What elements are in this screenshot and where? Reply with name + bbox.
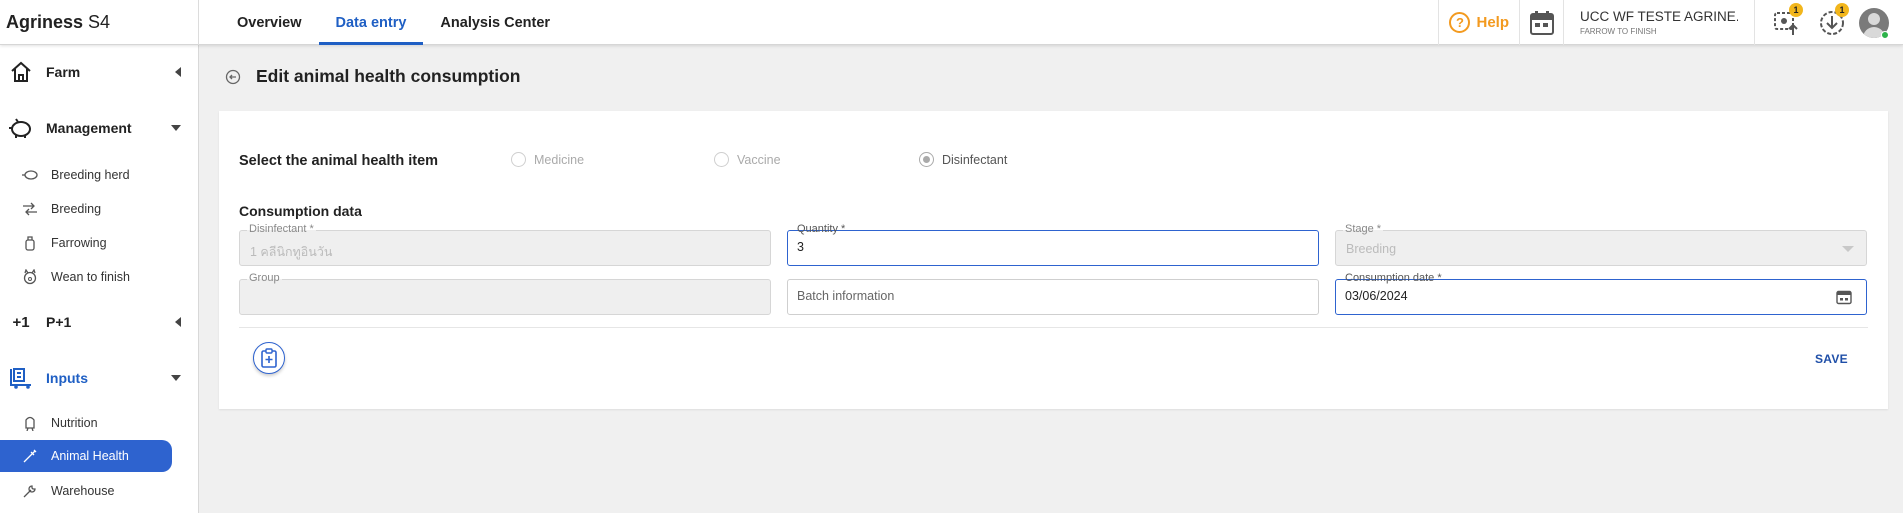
page-title: Edit animal health consumption [256, 66, 521, 86]
quantity-input[interactable] [797, 240, 1307, 254]
calendar-icon[interactable] [1836, 289, 1852, 310]
sidebar-label: P+1 [46, 314, 72, 330]
sidebar-section-management[interactable]: Management [0, 111, 199, 145]
piglet-icon [20, 269, 40, 285]
disinfectant-field: Disinfectant * 1 คลีนิกทูอินวัน [239, 223, 771, 266]
help-button[interactable]: ? Help [1438, 0, 1519, 45]
field-label: Consumption date * [1343, 272, 1444, 285]
back-icon[interactable] [224, 68, 242, 86]
sidebar-label: Management [46, 120, 132, 136]
sidebar-section-farm[interactable]: Farm [0, 55, 199, 89]
batch-information-field[interactable] [787, 279, 1319, 315]
syringe-icon [20, 449, 40, 463]
form-divider [239, 327, 1868, 328]
chevron-left-icon [175, 67, 181, 77]
plus-one-icon: +1 [12, 313, 30, 331]
header-actions: ? Help UCC WF TESTE AGRINE... FARROW TO … [1438, 0, 1903, 45]
upload-badge: 1 [1789, 3, 1803, 17]
breeding-icon [20, 202, 40, 216]
sidebar: Farm Management Breeding herd Breeding F… [0, 45, 199, 513]
sidebar-item-warehouse[interactable]: Warehouse [0, 475, 172, 507]
sidebar-section-p1[interactable]: +1 P+1 [0, 305, 199, 339]
sidebar-item-wean-to-finish[interactable]: Wean to finish [0, 261, 172, 293]
add-consumption-button[interactable] [253, 342, 285, 374]
chevron-down-icon [171, 375, 181, 381]
quantity-field[interactable]: Quantity * [787, 223, 1319, 266]
batch-information-input[interactable] [797, 289, 1307, 303]
brand-logo[interactable]: Agriness S4 [0, 0, 199, 45]
tab-overview[interactable]: Overview [220, 0, 319, 45]
sidebar-item-farrowing[interactable]: Farrowing [0, 227, 172, 259]
sidebar-label: Farm [46, 64, 81, 80]
radio-vaccine[interactable]: Vaccine [714, 152, 781, 167]
sidebar-item-label: Nutrition [51, 416, 98, 430]
sidebar-item-nutrition[interactable]: Nutrition [0, 407, 172, 439]
radio-circle [714, 152, 729, 167]
sidebar-section-inputs[interactable]: Inputs [0, 361, 199, 395]
tab-data-entry[interactable]: Data entry [318, 0, 424, 45]
field-label: Stage * [1343, 223, 1384, 236]
silo-icon [20, 415, 40, 431]
upload-button[interactable]: 1 [1763, 0, 1809, 45]
field-value: Breeding [1346, 242, 1397, 256]
brand-suffix: S4 [88, 12, 111, 32]
tab-analysis-center[interactable]: Analysis Center [423, 0, 567, 45]
group-field: Group [239, 272, 771, 315]
sidebar-item-label: Warehouse [51, 484, 115, 498]
sidebar-item-breeding[interactable]: Breeding [0, 193, 172, 225]
sidebar-label: Inputs [46, 370, 88, 386]
user-menu[interactable] [1855, 7, 1903, 39]
top-bar: Agriness S4 Overview Data entry Analysis… [0, 0, 1903, 45]
download-badge: 1 [1835, 3, 1849, 17]
radio-label: Vaccine [737, 152, 781, 167]
sidebar-item-label: Animal Health [51, 449, 129, 463]
brand-name: Agriness [6, 12, 84, 32]
save-button[interactable]: SAVE [1815, 352, 1848, 366]
help-label: Help [1476, 14, 1509, 31]
chevron-down-icon [171, 125, 181, 131]
house-icon [4, 60, 38, 84]
farm-selector[interactable]: UCC WF TESTE AGRINE... FARROW TO FINISH [1563, 0, 1755, 45]
stage-select: Stage * Breeding [1335, 223, 1867, 266]
consumption-data-title: Consumption data [239, 203, 362, 219]
radio-label: Disinfectant [942, 152, 1008, 167]
chevron-left-icon [175, 317, 181, 327]
select-item-label: Select the animal health item [239, 153, 439, 169]
calendar-icon [1529, 10, 1554, 35]
page-header: Edit animal health consumption [224, 66, 520, 87]
radio-label: Medicine [534, 152, 585, 167]
farm-type: FARROW TO FINISH [1580, 27, 1657, 36]
help-icon: ? [1449, 12, 1471, 33]
consumption-form-card: Select the animal health item Medicine V… [219, 111, 1888, 409]
sidebar-item-label: Farrowing [51, 236, 107, 250]
nav-tabs: Overview Data entry Analysis Center [220, 0, 567, 45]
online-status-dot [1881, 30, 1889, 39]
cart-icon [4, 366, 38, 390]
wrench-icon [20, 484, 40, 498]
field-label: Group [247, 272, 282, 285]
farm-name: UCC WF TESTE AGRINE... [1580, 9, 1738, 24]
piggy-icon [4, 116, 38, 140]
bottle-icon [20, 235, 40, 251]
sidebar-item-label: Wean to finish [51, 270, 130, 284]
pig-icon [20, 169, 40, 181]
radio-disinfectant[interactable]: Disinfectant [919, 152, 1007, 167]
sidebar-item-animal-health[interactable]: Animal Health [0, 440, 172, 472]
sidebar-item-label: Breeding [51, 202, 102, 216]
consumption-date-field[interactable]: Consumption date * [1335, 272, 1867, 315]
consumption-date-input[interactable] [1345, 289, 1855, 303]
field-value: 1 คลีนิกทูอินวัน [250, 245, 333, 259]
dropdown-arrow-icon [1842, 246, 1854, 252]
sidebar-item-breeding-herd[interactable]: Breeding herd [0, 159, 172, 191]
field-label: Quantity * [795, 223, 848, 236]
field-label: Disinfectant * [247, 223, 316, 236]
radio-medicine[interactable]: Medicine [511, 152, 584, 167]
radio-circle [511, 152, 526, 167]
clipboard-add-icon [261, 348, 277, 368]
sidebar-item-label: Breeding herd [51, 168, 130, 182]
radio-circle [919, 152, 934, 167]
calendar-button[interactable] [1519, 0, 1563, 45]
download-button[interactable]: 1 [1809, 0, 1855, 45]
